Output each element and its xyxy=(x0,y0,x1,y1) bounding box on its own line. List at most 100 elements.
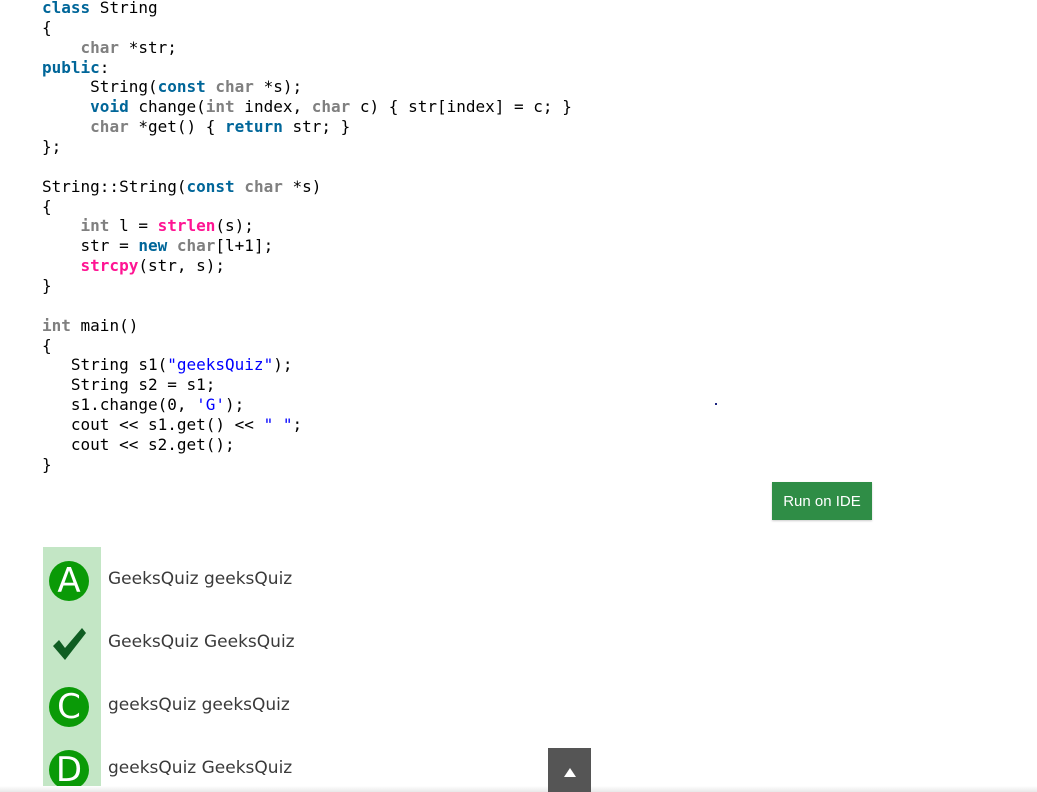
option-b-text: GeeksQuiz GeeksQuiz xyxy=(108,632,295,652)
code-token-string: "geeksQuiz" xyxy=(167,355,274,375)
code-token-plain: { xyxy=(42,335,52,355)
code-line: strcpy(str, s); xyxy=(42,256,572,276)
arrow-up-icon xyxy=(564,768,576,777)
code-line: char *str; xyxy=(42,38,572,58)
code-token-plain: }; xyxy=(42,137,62,157)
code-token-type: char xyxy=(80,37,120,57)
code-token-plain: cout << s2.get(); xyxy=(42,434,235,454)
code-token-plain: main() xyxy=(70,315,139,335)
code-line: { xyxy=(42,336,572,356)
code-token-plain: *str; xyxy=(119,37,177,57)
code-token-plain: { xyxy=(42,17,52,37)
code-token-plain: change( xyxy=(128,97,206,117)
code-token-plain: str; } xyxy=(282,117,351,137)
code-token-plain: String xyxy=(90,0,158,17)
code-line: public: xyxy=(42,58,572,78)
code-token-plain: String( xyxy=(42,77,158,97)
code-token-plain: String::String( xyxy=(42,176,187,196)
code-token-string: " " xyxy=(263,415,293,435)
code-token-plain: *get() { xyxy=(128,117,226,137)
code-token-type: char xyxy=(215,77,254,97)
code-token-plain: l = xyxy=(109,216,158,236)
code-token-type: char xyxy=(244,176,283,196)
code-line: int l = strlen(s); xyxy=(42,216,572,236)
code-token-plain: ; xyxy=(292,415,303,435)
code-token-type: char xyxy=(90,117,129,137)
code-token-plain: str = xyxy=(42,236,139,256)
code-token-plain: } xyxy=(42,276,52,296)
code-token-plain: index, xyxy=(234,97,312,117)
code-token-function: strcpy xyxy=(80,256,139,276)
option-c-badge: C xyxy=(49,687,89,727)
code-line: char *get() { return str; } xyxy=(42,117,572,137)
code-line: void change(int index, char c) { str[ind… xyxy=(42,97,572,117)
code-line: String::String(const char *s) xyxy=(42,177,572,197)
code-token-plain: cout << s1.get() << xyxy=(42,415,264,435)
code-line: cout << s2.get(); xyxy=(42,435,572,455)
code-token-type: char xyxy=(176,236,216,256)
code-token-plain: { xyxy=(42,196,52,216)
code-token-plain: (s); xyxy=(215,216,254,236)
option-c-text: geeksQuiz geeksQuiz xyxy=(108,695,290,715)
code-line: }; xyxy=(42,137,572,157)
option-b[interactable]: GeeksQuiz GeeksQuiz xyxy=(43,618,643,668)
code-token-plain: ); xyxy=(273,355,293,375)
checkmark-icon xyxy=(53,628,86,660)
run-on-ide-button[interactable]: Run on IDE xyxy=(772,482,872,520)
code-line: String s2 = s1; xyxy=(42,375,572,395)
code-line: str = new char[l+1]; xyxy=(42,236,572,256)
bottom-edge-shadow xyxy=(0,786,1037,792)
code-token-keyword: return xyxy=(225,117,283,137)
code-token-keyword: void xyxy=(90,97,129,117)
option-c[interactable]: C geeksQuiz geeksQuiz xyxy=(43,681,643,731)
code-line: } xyxy=(42,455,572,475)
code-token-keyword: const xyxy=(186,176,235,196)
code-token-type: int xyxy=(80,216,110,236)
code-token-plain: String s2 = s1; xyxy=(42,375,216,395)
code-line: s1.change(0, 'G'); xyxy=(42,395,572,415)
code-token-keyword: public xyxy=(42,57,100,77)
code-token-plain: } xyxy=(42,454,52,474)
code-token-plain: [l+1]; xyxy=(215,236,274,256)
code-token-plain: String s1( xyxy=(42,355,168,375)
scroll-to-top-button[interactable] xyxy=(548,748,591,792)
code-token-plain: *s) xyxy=(282,176,322,196)
code-line: cout << s1.get() << " "; xyxy=(42,415,572,435)
code-line: String s1("geeksQuiz"); xyxy=(42,355,572,375)
code-token-type: char xyxy=(311,97,351,117)
code-token-type: int xyxy=(205,97,235,117)
code-line: String(const char *s); xyxy=(42,77,572,97)
code-token-plain: ); xyxy=(225,395,245,415)
code-line: class String xyxy=(42,0,572,18)
code-token-plain: (str, s); xyxy=(138,256,226,276)
code-line: { xyxy=(42,18,572,38)
code-token-keyword: const xyxy=(157,77,206,97)
code-token-string: 'G' xyxy=(196,395,226,415)
code-line: int main() xyxy=(42,316,572,336)
code-token-plain: s1.change(0, xyxy=(42,395,197,415)
option-d-badge: D xyxy=(49,750,89,790)
code-line: { xyxy=(42,197,572,217)
code-token-plain: c) { str[index] = c; } xyxy=(350,97,572,117)
code-block: class String{ char *str; public: String(c… xyxy=(42,0,572,475)
code-token-keyword: new xyxy=(138,236,168,256)
code-line: } xyxy=(42,276,572,296)
option-a-text: GeeksQuiz geeksQuiz xyxy=(108,569,293,589)
code-token-keyword: class xyxy=(42,0,91,17)
stray-dot xyxy=(715,403,717,405)
code-token-plain: : xyxy=(99,57,110,77)
code-token-type: int xyxy=(42,315,71,335)
option-a[interactable]: A GeeksQuiz geeksQuiz xyxy=(43,555,643,605)
code-token-plain: *s); xyxy=(253,77,303,97)
option-a-badge: A xyxy=(49,561,89,601)
